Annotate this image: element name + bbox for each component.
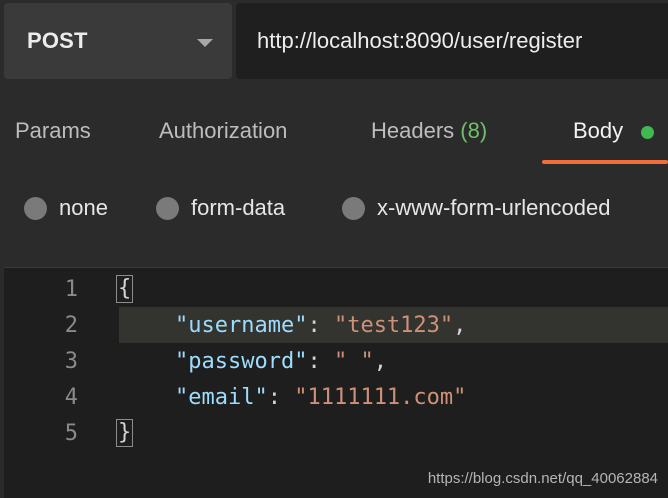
- request-bar: POST http://localhost:8090/user/register: [0, 0, 668, 82]
- method-select[interactable]: POST: [4, 3, 232, 79]
- line-number: 1: [64, 276, 78, 302]
- radio-circle-icon: [342, 196, 365, 220]
- code-text: "username": "test123",: [175, 313, 466, 338]
- body-indicator-dot-icon: [641, 126, 654, 139]
- code-text: {: [116, 275, 134, 303]
- json-comma: ,: [373, 348, 387, 374]
- tab-body[interactable]: Body: [573, 118, 623, 144]
- editor-line: 3 "password": " ",: [4, 343, 668, 379]
- json-key: "username": [175, 312, 308, 338]
- json-value: " ": [333, 348, 374, 374]
- tab-authorization[interactable]: Authorization: [159, 118, 287, 144]
- tab-params[interactable]: Params: [15, 118, 91, 144]
- code-text: "password": " ",: [175, 349, 387, 374]
- headers-count-badge: (8): [460, 118, 488, 143]
- body-type-options: none form-data x-www-form-urlencoded: [0, 186, 668, 230]
- editor-line: 4 "email": "1111111.com": [4, 379, 668, 415]
- open-brace: {: [116, 275, 134, 303]
- radio-label: x-www-form-urlencoded: [377, 195, 611, 220]
- editor-line: 2 "username": "test123",: [4, 307, 668, 343]
- code-text: "email": "1111111.com": [175, 385, 466, 410]
- tab-headers[interactable]: Headers (8): [371, 118, 487, 144]
- json-value: "test123": [333, 312, 454, 338]
- active-tab-underline: [542, 160, 668, 164]
- radio-circle-icon: [24, 196, 47, 220]
- close-brace: }: [116, 419, 134, 447]
- url-input[interactable]: http://localhost:8090/user/register: [236, 3, 668, 79]
- json-value: "1111111.com": [294, 384, 467, 410]
- json-comma: ,: [453, 312, 467, 338]
- line-number: 3: [64, 348, 78, 374]
- tab-headers-label: Headers: [371, 118, 455, 143]
- json-key: "password": [175, 348, 308, 374]
- editor-line: 1 {: [4, 271, 668, 307]
- chevron-down-icon: [197, 39, 213, 47]
- radio-label: none: [59, 195, 108, 220]
- request-tabs: Params Authorization Headers (8) Body: [0, 100, 668, 166]
- json-colon: :: [307, 312, 334, 338]
- radio-circle-icon: [156, 196, 179, 220]
- line-number: 2: [64, 312, 78, 338]
- method-label: POST: [27, 28, 88, 53]
- json-key: "email": [175, 384, 268, 410]
- json-colon: :: [267, 384, 295, 410]
- editor-line: 5 }: [4, 415, 668, 451]
- watermark: https://blog.csdn.net/qq_40062884: [427, 470, 658, 487]
- body-editor[interactable]: 1 { 2 "username": "test123", 3 "password…: [4, 267, 668, 498]
- radio-label: form-data: [191, 195, 286, 220]
- json-colon: :: [307, 348, 334, 374]
- radio-x-www-form-urlencoded[interactable]: x-www-form-urlencoded: [342, 186, 611, 230]
- code-text: }: [116, 419, 134, 447]
- radio-form-data[interactable]: form-data: [156, 186, 285, 230]
- radio-none[interactable]: none: [24, 186, 108, 230]
- line-number: 5: [64, 420, 78, 446]
- line-number: 4: [64, 384, 78, 410]
